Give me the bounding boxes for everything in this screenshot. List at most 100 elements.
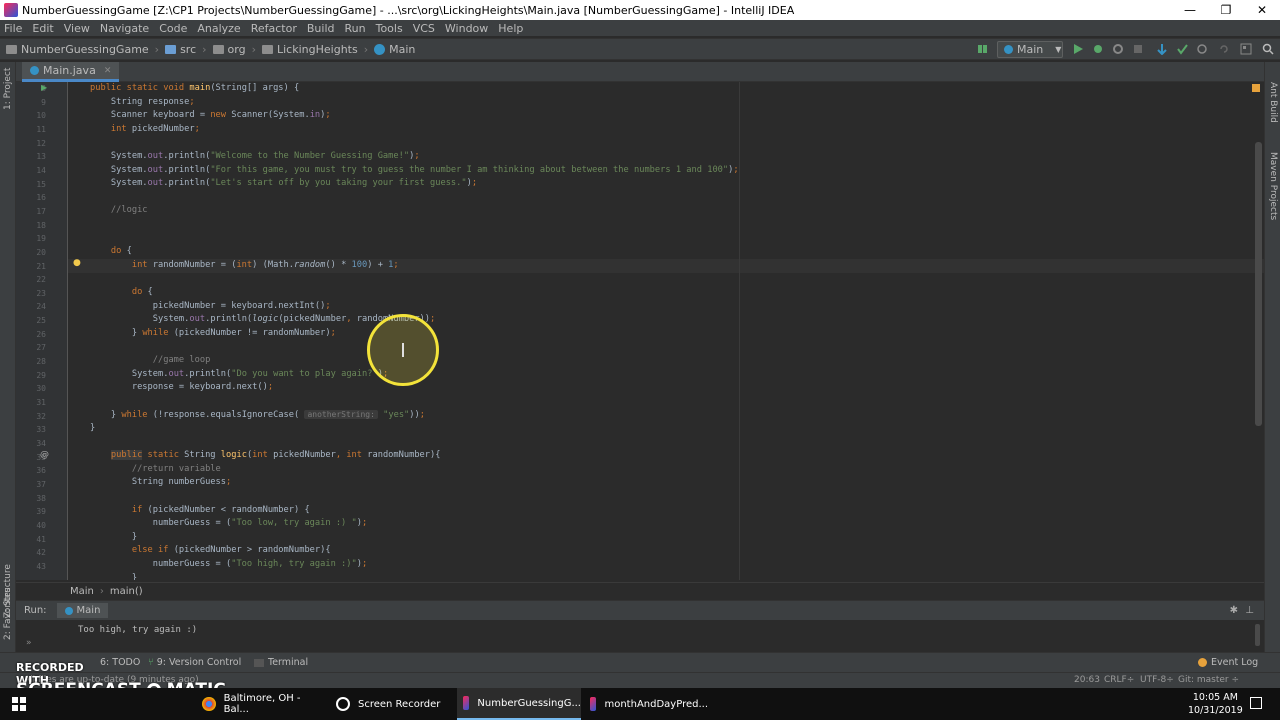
menu-file[interactable]: File xyxy=(4,22,22,35)
taskbar-item-intellij-2[interactable]: monthAndDayPred... xyxy=(584,688,708,720)
line-number: 27 xyxy=(36,343,46,352)
taskbar-item-label: monthAndDayPred... xyxy=(604,698,708,710)
menu-vcs[interactable]: VCS xyxy=(413,22,435,35)
file-encoding[interactable]: UTF-8÷ xyxy=(1140,675,1174,685)
console-output: Too high, try again :) xyxy=(78,625,198,635)
vcs-update-icon[interactable] xyxy=(1156,43,1168,56)
taskbar-item-intellij[interactable]: NumberGuessingG... xyxy=(457,688,581,720)
hide-panel-icon[interactable]: ⊥ xyxy=(1245,605,1254,616)
minimize-button[interactable]: — xyxy=(1172,3,1208,17)
line-number: 39 xyxy=(36,507,46,516)
menu-help[interactable]: Help xyxy=(498,22,523,35)
line-number: 13 xyxy=(36,152,46,161)
debug-icon[interactable] xyxy=(1092,43,1104,55)
inspection-status-icon[interactable] xyxy=(1252,84,1260,92)
crumb-lickingheights[interactable]: LickingHeights xyxy=(262,43,358,56)
project-tool-button[interactable]: 1: Project xyxy=(3,68,13,110)
vcs-label: 9: Version Control xyxy=(156,657,242,668)
start-button[interactable] xyxy=(0,688,38,720)
terminal-icon xyxy=(254,658,264,667)
chevron-right-icon: › xyxy=(251,42,256,56)
breadcrumb-method[interactable]: main() xyxy=(110,586,143,597)
code-line: if (pickedNumber < randomNumber) { xyxy=(131,504,310,515)
notifications-icon[interactable] xyxy=(1250,697,1262,709)
taskbar-item-chrome[interactable]: Baltimore, OH - Bal... xyxy=(196,688,326,720)
taskbar-clock[interactable]: 10:05 AM 10/31/2019 xyxy=(1188,691,1243,717)
editor-breadcrumb: Main › main() xyxy=(16,582,1264,600)
caret-position[interactable]: 20:63 xyxy=(1074,675,1100,685)
version-control-tool-button[interactable]: ⑂ 9: Version Control xyxy=(148,657,241,668)
git-branch[interactable]: Git: master ÷ xyxy=(1178,675,1239,685)
crumb-org[interactable]: org xyxy=(212,43,246,56)
windows-taskbar: Baltimore, OH - Bal... Screen Recorder N… xyxy=(0,688,1280,720)
code-line: } while (pickedNumber != randomNumber); xyxy=(90,327,336,338)
menu-navigate[interactable]: Navigate xyxy=(100,22,149,35)
code-editor[interactable]: 8 9 10 11 12 13 14 15 16 17 18 19 20 21 … xyxy=(16,82,1264,580)
code-line: response = keyboard.next(); xyxy=(90,382,274,393)
coverage-icon[interactable] xyxy=(1112,43,1124,55)
code-line: String response; xyxy=(90,96,195,107)
line-separator[interactable]: CRLF÷ xyxy=(1104,675,1134,685)
line-number: 23 xyxy=(36,289,46,298)
close-button[interactable]: ✕ xyxy=(1244,3,1280,17)
gear-icon[interactable]: ✱ xyxy=(1230,605,1238,616)
line-number: 41 xyxy=(36,535,46,544)
run-config-label: Main xyxy=(1017,43,1044,56)
tab-main-java[interactable]: Main.java ✕ xyxy=(22,62,120,82)
code-line: System.out.println("Welcome to the Numbe… xyxy=(90,151,420,161)
run-configuration-select[interactable]: Main ▼ xyxy=(997,41,1063,58)
crumb-project-label: NumberGuessingGame xyxy=(21,42,149,56)
crumb-project[interactable]: NumberGuessingGame xyxy=(6,43,149,56)
ant-build-tool-button[interactable]: Ant Build xyxy=(1268,82,1278,123)
editor-vertical-scrollbar[interactable] xyxy=(1255,142,1262,426)
search-icon[interactable] xyxy=(1262,43,1274,55)
code-line: } xyxy=(90,423,96,433)
chevron-right-icon: › xyxy=(99,586,104,597)
revert-icon[interactable] xyxy=(1218,43,1230,55)
todo-tool-button[interactable]: 6: TODO xyxy=(100,657,140,668)
line-number: 34 xyxy=(36,439,46,448)
build-hammer-icon[interactable] xyxy=(977,43,989,55)
menu-edit[interactable]: Edit xyxy=(32,22,53,35)
menu-code[interactable]: Code xyxy=(159,22,187,35)
run-icon[interactable] xyxy=(1072,43,1084,55)
expand-icon[interactable]: » xyxy=(26,638,32,648)
run-tab-main[interactable]: Main xyxy=(56,603,109,618)
line-number: 33 xyxy=(36,425,46,434)
menu-view[interactable]: View xyxy=(64,22,90,35)
code-line: int pickedNumber; xyxy=(110,123,200,134)
bottom-tool-bar: 6: TODO ⑂ 9: Version Control Terminal Eve… xyxy=(0,652,1280,672)
menu-window[interactable]: Window xyxy=(445,22,488,35)
favorites-tool-button[interactable]: 2: Favorites xyxy=(3,588,13,640)
event-log-tool-button[interactable]: Event Log xyxy=(1198,657,1258,668)
line-number: 21 xyxy=(36,262,46,271)
crumb-src[interactable]: src xyxy=(165,43,196,56)
terminal-tool-button[interactable]: Terminal xyxy=(254,657,308,668)
code-line: do { xyxy=(131,287,153,297)
code-line: String numberGuess; xyxy=(90,477,232,488)
taskbar-item-screen-recorder[interactable]: Screen Recorder xyxy=(330,688,454,720)
vcs-commit-icon[interactable] xyxy=(1176,43,1188,55)
console-scrollbar[interactable] xyxy=(1255,624,1260,646)
run-gutter-icon[interactable]: ▶ xyxy=(41,83,47,92)
menu-run[interactable]: Run xyxy=(345,22,366,35)
maven-projects-tool-button[interactable]: Maven Projects xyxy=(1268,152,1278,220)
code-text[interactable]: public static void main(String[] args) {… xyxy=(68,82,1248,580)
crumb-main[interactable]: Main xyxy=(374,43,415,56)
close-icon[interactable]: ✕ xyxy=(104,66,112,76)
menu-build[interactable]: Build xyxy=(307,22,335,35)
maximize-button[interactable]: ❐ xyxy=(1208,3,1244,17)
menu-refactor[interactable]: Refactor xyxy=(251,22,297,35)
event-log-icon xyxy=(1198,658,1207,667)
menu-analyze[interactable]: Analyze xyxy=(197,22,240,35)
menu-tools[interactable]: Tools xyxy=(376,22,403,35)
history-icon[interactable] xyxy=(1196,43,1208,55)
stop-icon[interactable] xyxy=(1132,43,1144,55)
breadcrumb-class[interactable]: Main xyxy=(70,586,94,597)
run-console[interactable]: Too high, try again :) » xyxy=(16,620,1264,652)
chevron-right-icon: › xyxy=(363,42,369,56)
project-structure-icon[interactable] xyxy=(1240,43,1252,55)
folder-icon xyxy=(6,44,17,54)
class-icon xyxy=(374,43,386,55)
line-number: 11 xyxy=(36,125,46,134)
